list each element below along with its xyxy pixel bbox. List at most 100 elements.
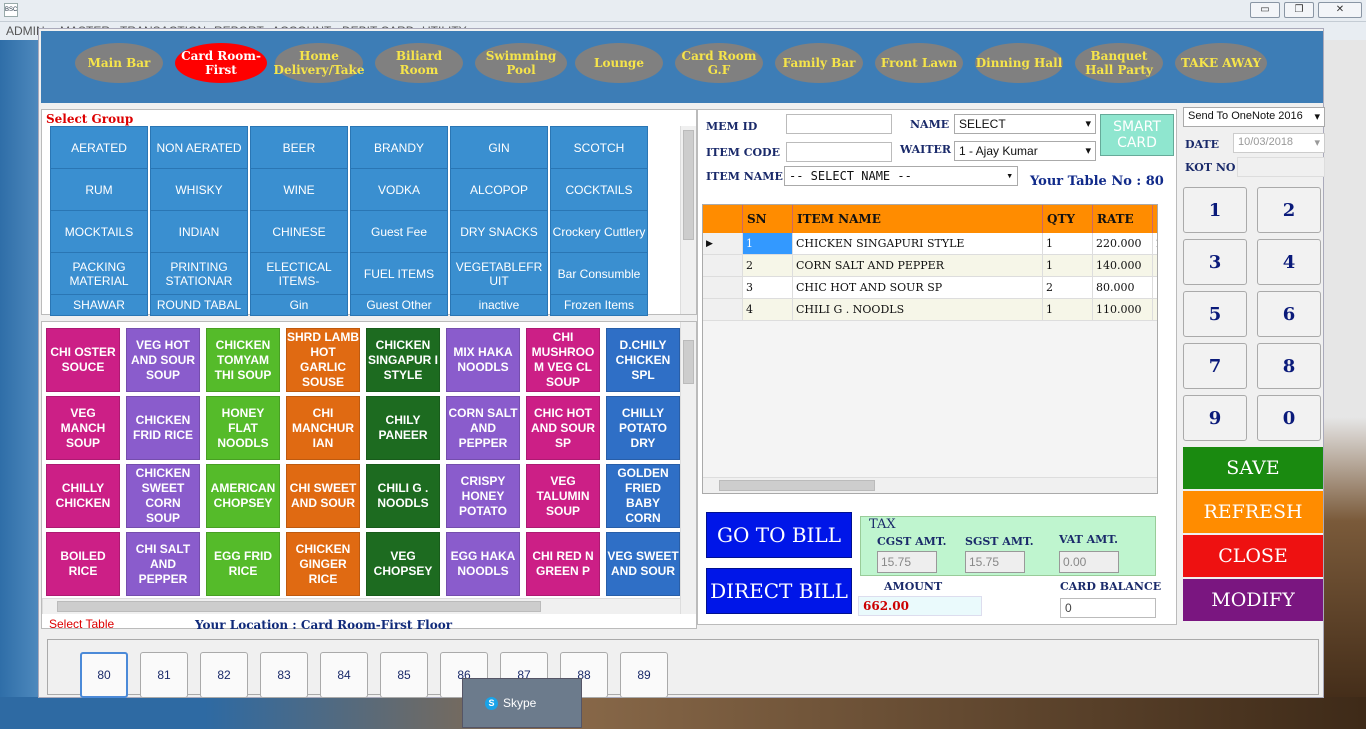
item-hscroll-thumb[interactable] [57,601,541,612]
grid-hscroll-thumb[interactable] [719,480,875,491]
cgst-input[interactable]: 15.75 [877,551,937,573]
menu-item-d-chily-chicken-spl[interactable]: D.CHILY CHICKEN SPL [606,328,680,392]
digit-8-button[interactable]: 8 [1257,343,1321,389]
direct-bill-button[interactable]: DIRECT BILL [706,568,852,614]
group-button-guest-other[interactable]: Guest Other [350,294,448,316]
close-window-button[interactable]: ✕ [1318,2,1362,18]
group-button-chinese[interactable]: CHINESE [250,210,348,253]
group-button-scotch[interactable]: SCOTCH [550,126,648,169]
group-button-wine[interactable]: WINE [250,168,348,211]
order-row[interactable]: ▶1CHICKEN SINGAPURI STYLE1220.0002 [703,233,1157,255]
menu-item-crispy-honey-potato[interactable]: CRISPY HONEY POTATO [446,464,520,528]
order-row[interactable]: 2CORN SALT AND PEPPER1140.0001 [703,255,1157,277]
group-button-bar-consumble[interactable]: Bar Consumble [550,252,648,295]
room-dinning-hall[interactable]: Dinning Hall [975,43,1063,83]
menu-item-chi-sweet-and-sour[interactable]: CHI SWEET AND SOUR [286,464,360,528]
room-banquet-hall-party[interactable]: Banquet Hall Party [1075,43,1163,83]
item-hscrollbar[interactable] [42,598,680,614]
room-family-bar[interactable]: Family Bar [775,43,863,83]
name-select[interactable]: SELECT [954,114,1096,134]
menu-item-chicken-ginger-rice[interactable]: CHICKEN GINGER RICE [286,532,360,596]
group-scroll-thumb[interactable] [683,130,694,240]
group-button-inactive[interactable]: inactive [450,294,548,316]
kot-no-input[interactable] [1237,157,1325,177]
go-to-bill-button[interactable]: GO TO BILL [706,512,852,558]
room-take-away[interactable]: TAKE AWAY [1175,43,1267,83]
modify-button[interactable]: MODIFY [1183,579,1323,621]
menu-item-boiled-rice[interactable]: BOILED RICE [46,532,120,596]
digit-3-button[interactable]: 3 [1183,239,1247,285]
group-button-vodka[interactable]: VODKA [350,168,448,211]
item-code-input[interactable] [786,142,892,162]
room-front-lawn[interactable]: Front Lawn [875,43,963,83]
card-balance-input[interactable]: 0 [1060,598,1156,618]
menu-item-chily-paneer[interactable]: CHILY PANEER [366,396,440,460]
item-scroll-thumb[interactable] [683,340,694,384]
group-button-beer[interactable]: BEER [250,126,348,169]
menu-item-mix-haka-noodls[interactable]: MIX HAKA NOODLS [446,328,520,392]
smart-card-button[interactable]: SMART CARD [1100,114,1174,156]
menu-item-veg-sweet-and-sour[interactable]: VEG SWEET AND SOUR [606,532,680,596]
menu-item-chi-oster-souce[interactable]: CHI OSTER SOUCE [46,328,120,392]
group-button-shawar[interactable]: SHAWAR [50,294,148,316]
menu-item-egg-frid-rice[interactable]: EGG FRID RICE [206,532,280,596]
group-button-packing-material[interactable]: PACKING MATERIAL [50,252,148,295]
menu-item-chicken-singapur-i-style[interactable]: CHICKEN SINGAPUR I STYLE [366,328,440,392]
menu-item-golden-fried-baby-corn[interactable]: GOLDEN FRIED BABY CORN [606,464,680,528]
menu-item-veg-hot-and-sour-soup[interactable]: VEG HOT AND SOUR SOUP [126,328,200,392]
room-home-delivery[interactable]: Home Delivery/Take [274,43,364,83]
menu-item-egg-haka-noodls[interactable]: EGG HAKA NOODLS [446,532,520,596]
table-81-button[interactable]: 81 [140,652,188,698]
close-button[interactable]: CLOSE [1183,535,1323,577]
group-button-fuel-items[interactable]: FUEL ITEMS [350,252,448,295]
room-lounge[interactable]: Lounge [575,43,663,83]
digit-5-button[interactable]: 5 [1183,291,1247,337]
room-main-bar[interactable]: Main Bar [75,43,163,83]
room-card-room-gf[interactable]: Card Room G.F [675,43,763,83]
menu-item-veg-manch-soup[interactable]: VEG MANCH SOUP [46,396,120,460]
group-button-whisky[interactable]: WHISKY [150,168,248,211]
digit-1-button[interactable]: 1 [1183,187,1247,233]
menu-item-chi-manchur-ian[interactable]: CHI MANCHUR IAN [286,396,360,460]
digit-7-button[interactable]: 7 [1183,343,1247,389]
digit-0-button[interactable]: 0 [1257,395,1321,441]
menu-item-corn-salt-and-pepper[interactable]: CORN SALT AND PEPPER [446,396,520,460]
menu-item-veg-talumin-soup[interactable]: VEG TALUMIN SOUP [526,464,600,528]
group-button-crockery-cuttlery[interactable]: Crockery Cuttlery [550,210,648,253]
digit-6-button[interactable]: 6 [1257,291,1321,337]
table-84-button[interactable]: 84 [320,652,368,698]
digit-2-button[interactable]: 2 [1257,187,1321,233]
group-button-non-aerated[interactable]: NON AERATED [150,126,248,169]
group-button-gin[interactable]: GIN [450,126,548,169]
table-89-button[interactable]: 89 [620,652,668,698]
menu-item-shrd-lamb-hot-garlic-souse[interactable]: SHRD LAMB HOT GARLIC SOUSE [286,328,360,392]
menu-item-chilly-chicken[interactable]: CHILLY CHICKEN [46,464,120,528]
table-85-button[interactable]: 85 [380,652,428,698]
menu-item-chicken-frid-rice[interactable]: CHICKEN FRID RICE [126,396,200,460]
group-button-gin[interactable]: Gin [250,294,348,316]
menu-item-chi-mushroo-m-veg-cl-soup[interactable]: CHI MUSHROO M VEG CL SOUP [526,328,600,392]
room-swimming-pool[interactable]: Swimming Pool [475,43,567,83]
save-button[interactable]: SAVE [1183,447,1323,489]
menu-item-chilly-potato-dry[interactable]: CHILLY POTATO DRY [606,396,680,460]
group-button-mocktails[interactable]: MOCKTAILS [50,210,148,253]
group-button-indian[interactable]: INDIAN [150,210,248,253]
group-button-brandy[interactable]: BRANDY [350,126,448,169]
table-82-button[interactable]: 82 [200,652,248,698]
restore-button[interactable]: ❐ [1284,2,1314,18]
menu-item-american-chopsey[interactable]: AMERICAN CHOPSEY [206,464,280,528]
minimize-button[interactable]: ▭ [1250,2,1280,18]
group-button-aerated[interactable]: AERATED [50,126,148,169]
menu-item-veg-chopsey[interactable]: VEG CHOPSEY [366,532,440,596]
item-name-select[interactable]: -- SELECT NAME -- [784,166,1018,186]
printer-select[interactable]: Send To OneNote 2016 [1183,107,1325,127]
table-80-button[interactable]: 80 [80,652,128,698]
room-biliard-room[interactable]: Biliard Room [375,43,463,83]
skype-taskbar-item[interactable]: S Skype [462,678,582,728]
menu-item-honey-flat-noodls[interactable]: HONEY FLAT NOODLS [206,396,280,460]
menu-item-chicken-sweet-corn-soup[interactable]: CHICKEN SWEET CORN SOUP [126,464,200,528]
group-button-cocktails[interactable]: COCKTAILS [550,168,648,211]
menu-item-chi-red-n-green-p[interactable]: CHI RED N GREEN P [526,532,600,596]
group-button-electical-items[interactable]: ELECTICAL ITEMS- [250,252,348,295]
group-button-rum[interactable]: RUM [50,168,148,211]
